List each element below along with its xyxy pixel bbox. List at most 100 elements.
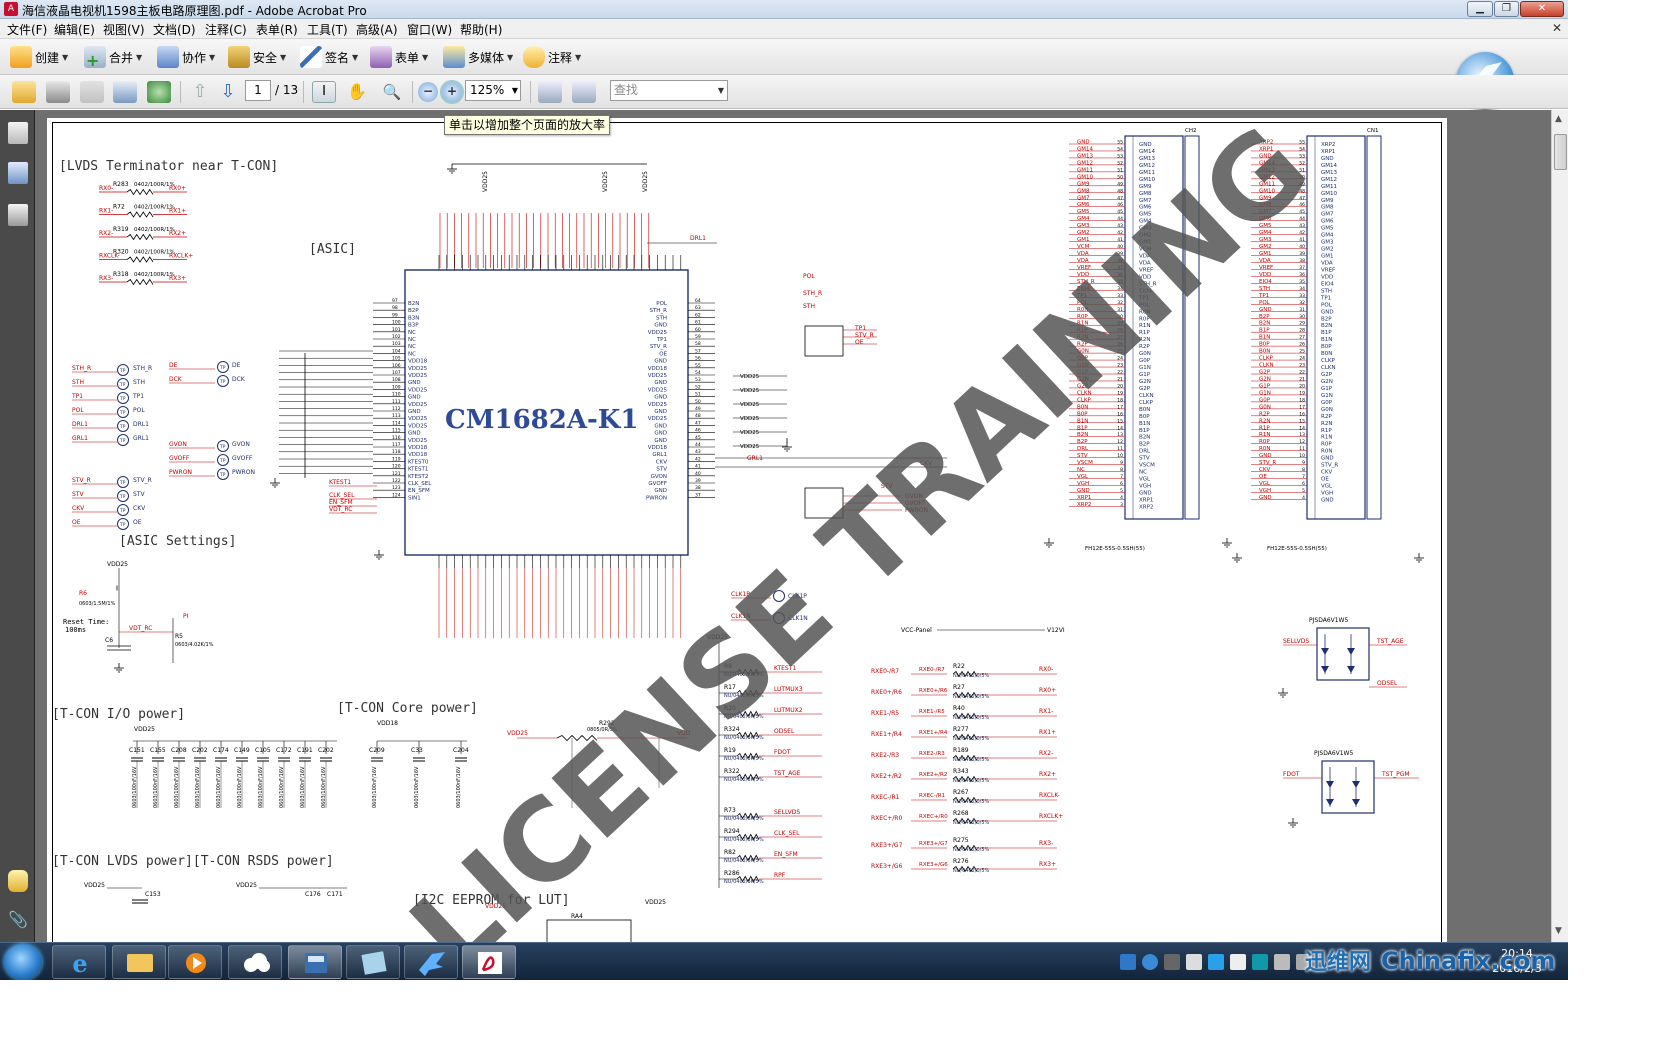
multimedia-button[interactable]: 多媒体 ▼ [443,45,513,69]
windows-flag-icon[interactable] [1252,954,1268,970]
explorer-icon[interactable] [112,945,166,979]
next-page-icon[interactable]: ⇩ [216,81,240,103]
tray-icon[interactable] [1208,954,1224,970]
menu-advanced[interactable]: 高级(A) [353,21,401,38]
bookmarks-panel-icon[interactable] [8,162,28,184]
asic-pin-label: GND [654,359,667,365]
menu-view[interactable]: 视图(V) [100,21,148,38]
scroll-up-icon[interactable]: ▲ [1555,114,1562,124]
diode-symbol [1321,666,1329,673]
net-label: VDD25 [740,402,760,408]
secure-button[interactable]: 安全 ▼ [228,45,286,69]
pin-number: 29 [1299,321,1305,327]
signatures-panel-icon[interactable] [8,204,28,226]
asic-pin-label: STH [656,315,667,321]
diode-symbol [1321,648,1329,655]
menu-forms[interactable]: 表单(R) [253,21,301,38]
asic-pin-label: KTEST1 [408,467,428,473]
help-icon[interactable] [1142,954,1158,970]
net-label: VREF [1259,265,1273,271]
tray-icon[interactable] [1186,954,1202,970]
pin-number: 24 [1299,356,1305,362]
menu-comment[interactable]: 注释(C) [202,21,250,38]
start-button[interactable] [4,944,42,980]
tray-icon[interactable] [1230,954,1246,970]
scroll-thumb[interactable] [1554,134,1567,170]
select-tool-icon[interactable]: I [312,81,336,103]
ie-icon[interactable]: e [52,945,106,979]
menu-document[interactable]: 文档(D) [150,21,199,38]
pin-number: 18 [1299,397,1305,403]
pin-number: 47 [695,420,701,426]
pages-panel-icon[interactable] [8,122,28,144]
email-icon[interactable] [113,81,137,103]
menu-help[interactable]: 帮助(H) [457,21,505,38]
full-screen-icon[interactable] [572,81,596,103]
collaborate-button[interactable]: 协作 ▼ [157,45,215,69]
menu-edit[interactable]: 编辑(E) [51,21,98,38]
zoom-tool-icon[interactable]: 🔍 [380,81,404,103]
media-player-icon[interactable] [168,945,222,979]
net-label: RX0+ [1039,687,1056,694]
fit-page-icon[interactable] [538,81,562,103]
minimize-button[interactable]: ▁ [1467,1,1493,17]
print-icon[interactable] [46,81,70,103]
hand-tool-icon[interactable]: ✋ [345,81,369,103]
net-label: VDD25 [602,171,609,192]
zoom-in-icon[interactable]: + [442,82,462,102]
save-icon[interactable] [80,81,104,103]
connector-pin-label: R0P [1321,442,1332,448]
open-folder-icon[interactable] [12,81,36,103]
comment-label: 注释 [548,50,573,65]
combine-button[interactable]: + 合并 ▼ [84,45,142,69]
menu-tools[interactable]: 工具(T) [304,21,351,38]
document-close-icon[interactable]: ✕ [1552,21,1562,35]
vertical-scrollbar[interactable]: ▲ ▼ [1551,110,1568,942]
page-number-input[interactable]: 1 [245,80,271,101]
pin-number: 55 [1117,140,1123,146]
resistor-ref: R343 [953,768,969,775]
input-method-icon[interactable] [1120,954,1136,970]
zoom-out-icon[interactable]: − [418,82,438,102]
pin-number: 124 [392,492,401,498]
pin-number: 54 [695,370,701,376]
net-label: R2P [1259,411,1270,417]
baidu-cloud-icon[interactable] [228,945,282,979]
web-icon[interactable] [147,81,171,103]
find-input[interactable]: 查找 ▼ [610,80,728,101]
pin-number: 38 [1299,258,1305,264]
asic-pin-label: VDD25 [408,402,428,408]
net-label: VDD25 [740,416,760,422]
net-label: VDD25 [740,444,760,450]
previous-page-icon[interactable]: ⇧ [188,81,212,103]
pin-number: 62 [695,312,701,318]
pin-number: 42 [695,456,701,462]
maximize-button[interactable]: ❐ [1494,1,1519,17]
test-point-name: DE [232,362,241,369]
net-label: OE [1259,474,1267,480]
close-button[interactable]: ✕ [1520,1,1564,17]
comments-panel-icon[interactable] [8,870,28,892]
comment-button[interactable]: 注释 ▼ [523,45,581,69]
acrobat-icon[interactable] [462,945,516,979]
scroll-down-icon[interactable]: ▼ [1555,926,1562,936]
create-button[interactable]: 创建 ▼ [10,45,68,69]
zoom-select[interactable]: 125% ▼ [465,80,521,101]
connector-pin-label: GND [1139,491,1152,497]
tray-icon[interactable] [1164,954,1180,970]
forms-button[interactable]: 表单 ▼ [370,45,428,69]
resistor-ref: R72 [113,204,125,211]
asic-pin-label: GVOFF [648,481,667,487]
asic-pin-label: GND [654,380,667,386]
network-icon[interactable] [1274,954,1290,970]
notepad-icon[interactable] [346,945,400,979]
menu-file[interactable]: 文件(F) [4,21,50,38]
asic-pin-label: GND [654,323,667,329]
app-icon[interactable] [288,945,342,979]
asic-pin-label: CLK_SEL [408,481,432,487]
feiq-icon[interactable] [404,945,458,979]
document-view[interactable]: [LVDS Terminator near T-CON] [ASIC] [ASIC … [35,110,1551,942]
attachments-panel-icon[interactable]: 📎 [8,910,28,932]
sign-button[interactable]: 签名 ▼ [300,45,358,69]
menu-window[interactable]: 窗口(W) [404,21,455,38]
